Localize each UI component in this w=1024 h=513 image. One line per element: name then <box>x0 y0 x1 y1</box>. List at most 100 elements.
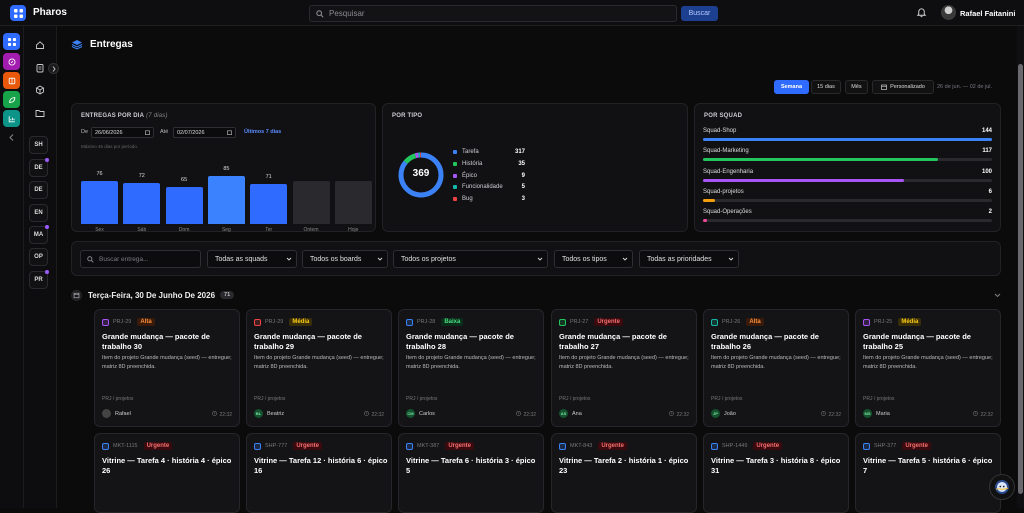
squad-row[interactable]: Squad-Engenharia 100 <box>703 169 992 183</box>
period-month-button[interactable]: Mês <box>845 80 868 94</box>
rail-grid-icon[interactable] <box>3 33 20 50</box>
card-time: 22:32 <box>973 411 993 418</box>
delivery-card[interactable]: PRJ-25 Média Grande mudança — pacote de tr… <box>855 309 1001 427</box>
board-filter-select[interactable]: Todos os boards <box>302 250 388 268</box>
bell-icon[interactable] <box>916 7 927 18</box>
squad-badge-de-2[interactable]: DE <box>29 181 48 199</box>
squad-badge-op[interactable]: OP <box>29 248 48 266</box>
layers-icon <box>71 40 83 50</box>
scrollbar-thumb[interactable] <box>1018 64 1023 494</box>
search-button[interactable]: Buscar <box>681 6 718 21</box>
by-squad-card: POR SQUAD Squad-Shop 144 Squad-Marketing 11… <box>694 103 1001 232</box>
squad-row[interactable]: Squad-projetos 6 <box>703 189 992 203</box>
project-filter-select[interactable]: Todos os projetos <box>393 250 548 268</box>
day-group-header[interactable]: Terça-Feira, 30 De Junho De 2026 71 <box>71 288 1001 302</box>
priority-badge: Média <box>898 318 922 326</box>
delivery-card[interactable]: PRJ-29 Alta Grande mudança — pacote de tra… <box>94 309 240 427</box>
squad-filter-select[interactable]: Todas as squads <box>207 250 297 268</box>
bar-2[interactable] <box>165 187 203 224</box>
task-type-icon <box>102 442 109 450</box>
delivery-card[interactable]: SHP-377 Urgente Vitrine — Tarefa 5 · histó… <box>855 433 1001 513</box>
card-time: 22:32 <box>364 411 384 418</box>
squad-row[interactable]: Squad-Marketing 117 <box>703 148 992 162</box>
user-avatar[interactable] <box>941 5 956 20</box>
assistant-bot-button[interactable] <box>989 474 1015 500</box>
legend-label: Bug <box>462 196 473 203</box>
board-filter-value: Todos os boards <box>310 255 362 263</box>
home-icon[interactable] <box>31 38 48 52</box>
clock-icon <box>669 411 675 416</box>
squad-badge-de-1[interactable]: DE <box>29 158 49 177</box>
squad-badge-sh[interactable]: SH <box>29 136 48 154</box>
delivery-card[interactable]: MKT-387 Urgente Vitrine — Tarefa 6 · histó… <box>398 433 544 513</box>
bar-5[interactable] <box>292 180 330 224</box>
squad-badge-pr[interactable]: PR <box>29 270 49 289</box>
app-logo[interactable] <box>10 5 26 21</box>
squad-badge-ma[interactable]: MA <box>29 225 49 244</box>
priority-filter-select[interactable]: Todas as prioridades <box>639 250 739 268</box>
card-description: Item do projeto Grande mudança (seed) — … <box>102 355 232 370</box>
type-total: 369 <box>412 168 430 179</box>
calendar-icon <box>71 289 82 301</box>
rail-compass-icon[interactable] <box>3 53 20 70</box>
period-custom-button[interactable]: Personalizado <box>872 80 934 94</box>
delivery-card[interactable]: PRJ-26 Alta Grande mudança — pacote de tra… <box>703 309 849 427</box>
to-date-input[interactable]: 02/07/2026 <box>173 127 236 138</box>
type-legend-item[interactable]: Tarefa 317 <box>453 149 525 155</box>
delivery-search-input[interactable]: Buscar entrega... <box>80 250 201 268</box>
cube-icon[interactable] <box>31 83 48 97</box>
clipboard-icon[interactable] <box>31 61 48 75</box>
squad-row[interactable]: Squad-Operações 2 <box>703 209 992 223</box>
delivery-card[interactable]: SHP-1449 Urgente Vitrine — Tarefa 3 · hist… <box>703 433 849 513</box>
bar-category-label: Seg <box>221 227 231 233</box>
delivery-card[interactable]: PRJ-27 Urgente Grande mudança — pacote de … <box>551 309 697 427</box>
legend-label: Épico <box>462 172 478 179</box>
per-day-title-text: ENTREGAS POR DIA <box>81 113 145 119</box>
type-legend-item[interactable]: Bug 3 <box>453 196 525 202</box>
delivery-card[interactable]: SHP-777 Urgente Vitrine — Tarefa 12 · hist… <box>246 433 392 513</box>
rail-leaf-icon[interactable] <box>3 91 20 108</box>
priority-filter-value: Todas as prioridades <box>647 255 712 263</box>
type-legend-item[interactable]: Funcionalidade 5 <box>453 184 525 190</box>
card-description: Item do projeto Grande mudança (seed) — … <box>254 355 384 370</box>
chevron-down-icon[interactable] <box>994 293 1001 298</box>
bar-6[interactable] <box>334 180 372 224</box>
card-id: MKT-843 <box>570 443 593 449</box>
period-15-days-button[interactable]: 15 dias <box>811 80 841 94</box>
from-date-input[interactable]: 26/06/2026 <box>91 127 154 138</box>
to-label: Até <box>160 129 169 135</box>
global-search-input[interactable]: Pesquisar <box>309 5 677 22</box>
type-filter-select[interactable]: Todos os tipos <box>554 250 633 268</box>
notification-dot <box>45 158 49 162</box>
card-id-row: PRJ-28 Baixa <box>406 318 464 326</box>
per-day-subtitle: (7 dias) <box>146 113 168 119</box>
folder-icon[interactable] <box>31 106 48 120</box>
type-legend-item[interactable]: História 35 <box>453 161 525 167</box>
task-type-icon <box>254 442 261 450</box>
rail-book-icon[interactable] <box>3 72 20 89</box>
card-id-row: PRJ-26 Alta <box>711 318 764 326</box>
filter-bar: Buscar entrega... Todas as squads Todos … <box>71 241 1001 276</box>
priority-badge: Urgente <box>143 442 173 450</box>
rail-chart-icon[interactable] <box>3 110 20 127</box>
delivery-card[interactable]: MKT-1115 Urgente Vitrine — Tarefa 4 · hist… <box>94 433 240 513</box>
squad-row[interactable]: Squad-Shop 144 <box>703 128 992 142</box>
chevron-left-icon[interactable] <box>9 134 14 141</box>
secondary-sidebar: SH DE DE EN MA OP PR <box>24 26 57 508</box>
bar-3[interactable] <box>207 176 245 224</box>
last-7-days-link[interactable]: Últimos 7 dias <box>244 129 281 135</box>
squad-value: 144 <box>981 128 992 134</box>
squad-badge-en[interactable]: EN <box>29 204 48 222</box>
card-project: PRJ / projetos <box>406 396 438 402</box>
clock-icon <box>973 411 979 416</box>
period-week-button[interactable]: Semana <box>774 80 809 94</box>
delivery-card[interactable]: PRJ-28 Baixa Grande mudança — pacote de tr… <box>398 309 544 427</box>
bar-1[interactable] <box>123 183 161 224</box>
user-name[interactable]: Rafael Faitanini <box>960 9 1015 18</box>
type-legend-item[interactable]: Épico 9 <box>453 173 525 179</box>
bar-4[interactable] <box>250 184 288 224</box>
delivery-card[interactable]: MKT-843 Urgente Vitrine — Tarefa 2 · histó… <box>551 433 697 513</box>
scrollbar[interactable] <box>1017 26 1024 508</box>
bar-0[interactable] <box>81 181 118 224</box>
delivery-card[interactable]: PRJ-29 Média Grande mudança — pacote de tr… <box>246 309 392 427</box>
